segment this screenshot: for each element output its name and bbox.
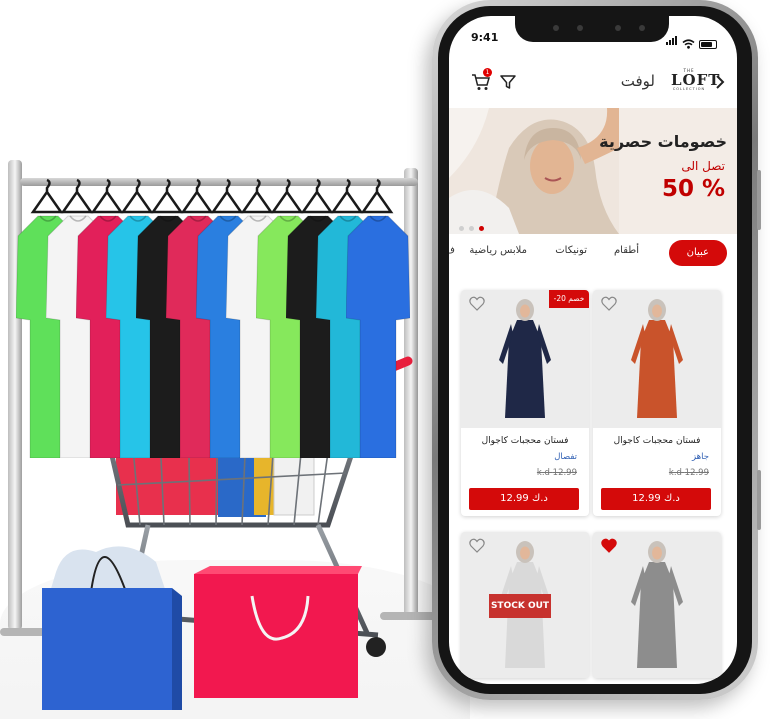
product-image xyxy=(593,532,721,678)
status-bar: 9:41 xyxy=(449,16,737,50)
pink-shopping-bag xyxy=(194,566,362,698)
filter-icon[interactable] xyxy=(499,73,517,91)
heart-icon[interactable] xyxy=(601,538,617,553)
tab-partial[interactable]: ف xyxy=(449,245,455,256)
heart-icon[interactable] xyxy=(469,538,485,553)
tab-sportswear[interactable]: ملابس رياضية xyxy=(469,245,527,256)
battery-icon xyxy=(699,40,717,49)
loft-logo: THE LOFT COLLECTION xyxy=(671,68,721,92)
product-card[interactable]: خصم 20- فستان محجبات كاجوال تفصال 12.99 … xyxy=(461,290,589,516)
pagination-dot[interactable] xyxy=(459,226,464,231)
product-card[interactable] xyxy=(593,532,721,678)
add-to-cart-button[interactable]: 12.99 د.ك xyxy=(601,488,711,510)
wifi-icon xyxy=(682,39,695,49)
logo-text: LOFT xyxy=(671,71,721,89)
product-old-price: 12.99 k.d xyxy=(668,468,709,478)
promo-banner[interactable]: خصومات حصرية تصل الى 50 % xyxy=(449,108,737,234)
banner-pagination-dots xyxy=(459,226,484,231)
pagination-dot[interactable] xyxy=(479,226,484,231)
app-header: 1 لوفت THE LOFT COLLECTION xyxy=(449,62,737,102)
product-title: فستان محجبات كاجوال xyxy=(613,436,701,446)
product-card[interactable]: STOCK OUT xyxy=(461,532,589,678)
phone-power-button xyxy=(757,170,761,230)
banner-subtitle: تصل الى xyxy=(681,159,725,173)
heart-icon[interactable] xyxy=(469,296,485,311)
status-icons xyxy=(666,30,717,49)
phone-mockup: 9:41 1 لوفت THE LOFT COLLECTION خصومات ح… xyxy=(432,0,761,700)
logo-sub-text: COLLECTION xyxy=(672,87,706,91)
banner-percent: 50 % xyxy=(661,176,725,202)
discount-badge: خصم 20- xyxy=(549,290,589,308)
tab-sets[interactable]: أطقام xyxy=(614,245,639,256)
brand-name-arabic: لوفت xyxy=(620,72,655,90)
phone-side-button xyxy=(757,470,761,530)
stock-out-label: STOCK OUT xyxy=(489,594,551,618)
tab-tunics[interactable]: تونيكات xyxy=(555,245,587,256)
product-title: فستان محجبات كاجوال xyxy=(481,436,569,446)
app-screen: 9:41 1 لوفت THE LOFT COLLECTION خصومات ح… xyxy=(449,16,737,684)
product-card[interactable]: فستان محجبات كاجوال جاهز 12.99 k.d 12.99… xyxy=(593,290,721,516)
product-status: جاهز xyxy=(691,452,709,462)
shirt xyxy=(346,208,410,458)
banner-title: خصومات حصرية xyxy=(599,132,727,151)
blue-shopping-bag xyxy=(42,546,182,710)
status-time: 9:41 xyxy=(471,31,499,44)
heart-icon[interactable] xyxy=(601,296,617,311)
add-to-cart-button[interactable]: 12.99 د.ك xyxy=(469,488,579,510)
tab-abayas[interactable]: عبيان xyxy=(668,240,727,266)
chevron-right-icon[interactable] xyxy=(713,74,727,90)
promo-scene: 9:41 1 لوفت THE LOFT COLLECTION خصومات ح… xyxy=(0,0,770,719)
cart-count-badge: 1 xyxy=(483,68,492,77)
product-status: تفصال xyxy=(554,452,577,462)
product-old-price: 12.99 k.d xyxy=(536,468,577,478)
signal-icon xyxy=(666,30,678,49)
pagination-dot[interactable] xyxy=(469,226,474,231)
banner-model-image xyxy=(449,108,619,234)
category-tabs: عبيان أطقام تونيكات ملابس رياضية ف xyxy=(449,240,737,268)
